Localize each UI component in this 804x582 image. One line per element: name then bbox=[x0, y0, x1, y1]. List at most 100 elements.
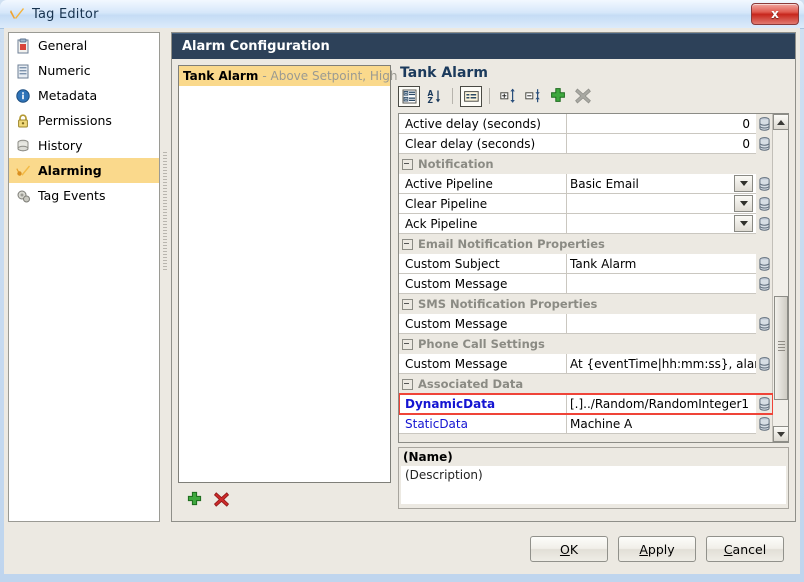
delete-alarm-button[interactable] bbox=[213, 491, 230, 508]
category-row[interactable]: Email Notification Properties bbox=[399, 234, 773, 254]
table-row[interactable]: Clear delay (seconds) 0 bbox=[399, 134, 773, 154]
collapse-toggle-icon[interactable] bbox=[402, 159, 413, 170]
table-row-staticdata[interactable]: StaticData Machine A bbox=[399, 414, 773, 434]
table-row[interactable]: Active Pipeline Basic Email bbox=[399, 174, 773, 194]
window-titlebar: Tag Editor x bbox=[0, 0, 804, 29]
collapse-toggle-icon[interactable] bbox=[402, 239, 413, 250]
sidebar-item-label: Alarming bbox=[38, 163, 102, 178]
history-icon bbox=[15, 138, 31, 154]
binding-icon[interactable] bbox=[756, 174, 773, 194]
table-row-dynamicdata[interactable]: DynamicData [.]../Random/RandomInteger1 bbox=[399, 394, 773, 414]
property-value[interactable] bbox=[567, 314, 756, 334]
category-row[interactable]: Phone Call Settings bbox=[399, 334, 773, 354]
binding-icon[interactable] bbox=[756, 214, 773, 234]
categorized-view-button[interactable] bbox=[398, 86, 420, 107]
sidebar-item-numeric[interactable]: Numeric bbox=[9, 58, 159, 83]
table-row[interactable]: Custom Subject Tank Alarm bbox=[399, 254, 773, 274]
scrollbar-thumb[interactable] bbox=[774, 296, 788, 400]
apply-button-rest: pply bbox=[648, 542, 675, 557]
property-name: Custom Subject bbox=[399, 254, 567, 274]
binding-icon[interactable] bbox=[756, 274, 773, 294]
apply-button[interactable]: Apply bbox=[618, 536, 696, 562]
window-title: Tag Editor bbox=[32, 7, 99, 22]
table-row[interactable]: Ack Pipeline bbox=[399, 214, 773, 234]
collapse-all-button[interactable] bbox=[522, 86, 544, 107]
associated-data-name: DynamicData bbox=[405, 397, 495, 411]
binding-icon[interactable] bbox=[756, 194, 773, 214]
table-row[interactable]: Active delay (seconds) 0 bbox=[399, 114, 773, 134]
property-value[interactable]: Tank Alarm bbox=[567, 254, 756, 274]
table-row[interactable]: Clear Pipeline bbox=[399, 194, 773, 214]
category-row[interactable]: Notification bbox=[399, 154, 773, 174]
alarm-list[interactable]: Tank Alarm - Above Setpoint, High bbox=[178, 65, 391, 483]
sidebar-item-label: Numeric bbox=[38, 63, 91, 78]
clipboard-icon bbox=[15, 38, 31, 54]
list-item[interactable]: Tank Alarm - Above Setpoint, High bbox=[179, 66, 390, 86]
toolbar-separator bbox=[489, 88, 490, 104]
property-value-wrap[interactable]: Basic Email bbox=[567, 174, 756, 194]
description-text: (Description) bbox=[401, 466, 786, 504]
sidebar-item-metadata[interactable]: Metadata bbox=[9, 83, 159, 108]
property-value-wrap[interactable] bbox=[567, 194, 756, 214]
collapse-toggle-icon[interactable] bbox=[402, 379, 413, 390]
property-name: Active delay (seconds) bbox=[399, 114, 567, 134]
property-grid[interactable]: Active delay (seconds) 0 Clear delay (se… bbox=[398, 113, 789, 443]
property-value[interactable]: At {eventTime|hh:mm:ss}, alar bbox=[567, 354, 756, 374]
expand-all-button[interactable] bbox=[497, 86, 519, 107]
property-name: Ack Pipeline bbox=[399, 214, 567, 234]
property-name: StaticData bbox=[399, 414, 567, 434]
property-value[interactable]: 0 bbox=[567, 134, 756, 154]
table-row[interactable]: Custom Message At {eventTime|hh:mm:ss}, … bbox=[399, 354, 773, 374]
property-value[interactable]: [.]../Random/RandomInteger1 bbox=[567, 394, 756, 414]
table-row[interactable]: Custom Message bbox=[399, 314, 773, 334]
cancel-button-rest: ancel bbox=[733, 542, 767, 557]
chevron-down-icon[interactable] bbox=[734, 175, 753, 192]
property-value[interactable] bbox=[567, 274, 756, 294]
binding-icon[interactable] bbox=[756, 114, 773, 134]
tag-editor-window: Tag Editor x General bbox=[0, 0, 804, 582]
tag-icon bbox=[8, 5, 26, 23]
table-row[interactable]: Custom Message bbox=[399, 274, 773, 294]
binding-icon[interactable] bbox=[756, 414, 773, 434]
chevron-down-icon[interactable] bbox=[734, 195, 753, 212]
description-name: (Name) bbox=[399, 448, 788, 466]
category-row[interactable]: Associated Data bbox=[399, 374, 773, 394]
nav-splitter[interactable] bbox=[161, 32, 169, 522]
property-name: Custom Message bbox=[399, 354, 567, 374]
add-alarm-button[interactable] bbox=[186, 491, 203, 508]
property-value-wrap[interactable] bbox=[567, 214, 756, 234]
chevron-down-icon[interactable] bbox=[734, 215, 753, 232]
grid-scrollbar[interactable] bbox=[772, 114, 788, 442]
binding-icon[interactable] bbox=[756, 354, 773, 374]
scroll-up-button[interactable] bbox=[773, 114, 789, 130]
sidebar-nav: General Numeric bbox=[8, 32, 160, 522]
scroll-down-button[interactable] bbox=[773, 426, 789, 442]
property-name: Clear delay (seconds) bbox=[399, 134, 567, 154]
binding-icon[interactable] bbox=[756, 254, 773, 274]
collapse-toggle-icon[interactable] bbox=[402, 339, 413, 350]
property-grid-rows: Active delay (seconds) 0 Clear delay (se… bbox=[399, 114, 773, 442]
lock-icon bbox=[15, 113, 31, 129]
category-row[interactable]: SMS Notification Properties bbox=[399, 294, 773, 314]
cancel-button[interactable]: Cancel bbox=[706, 536, 784, 562]
binding-icon[interactable] bbox=[756, 134, 773, 154]
sidebar-item-permissions[interactable]: Permissions bbox=[9, 108, 159, 133]
property-value[interactable]: 0 bbox=[567, 114, 756, 134]
collapse-toggle-icon[interactable] bbox=[402, 299, 413, 310]
property-value[interactable]: Machine A bbox=[567, 414, 756, 434]
property-pages-button[interactable] bbox=[460, 86, 482, 107]
sidebar-item-alarming[interactable]: Alarming bbox=[9, 158, 159, 183]
binding-icon[interactable] bbox=[756, 394, 773, 414]
alarm-list-toolbar bbox=[178, 485, 399, 513]
sidebar-item-label: History bbox=[38, 138, 82, 153]
sidebar-item-history[interactable]: History bbox=[9, 133, 159, 158]
delete-property-button[interactable] bbox=[572, 86, 594, 107]
close-button[interactable]: x bbox=[751, 3, 799, 25]
sidebar-item-tag-events[interactable]: Tag Events bbox=[9, 183, 159, 208]
ok-button-mnemonic: O bbox=[560, 542, 570, 557]
sidebar-item-general[interactable]: General bbox=[9, 33, 159, 58]
alphabetic-sort-button[interactable]: A Z bbox=[423, 86, 445, 107]
ok-button[interactable]: OK bbox=[530, 536, 608, 562]
binding-icon[interactable] bbox=[756, 314, 773, 334]
add-property-button[interactable] bbox=[547, 86, 569, 107]
